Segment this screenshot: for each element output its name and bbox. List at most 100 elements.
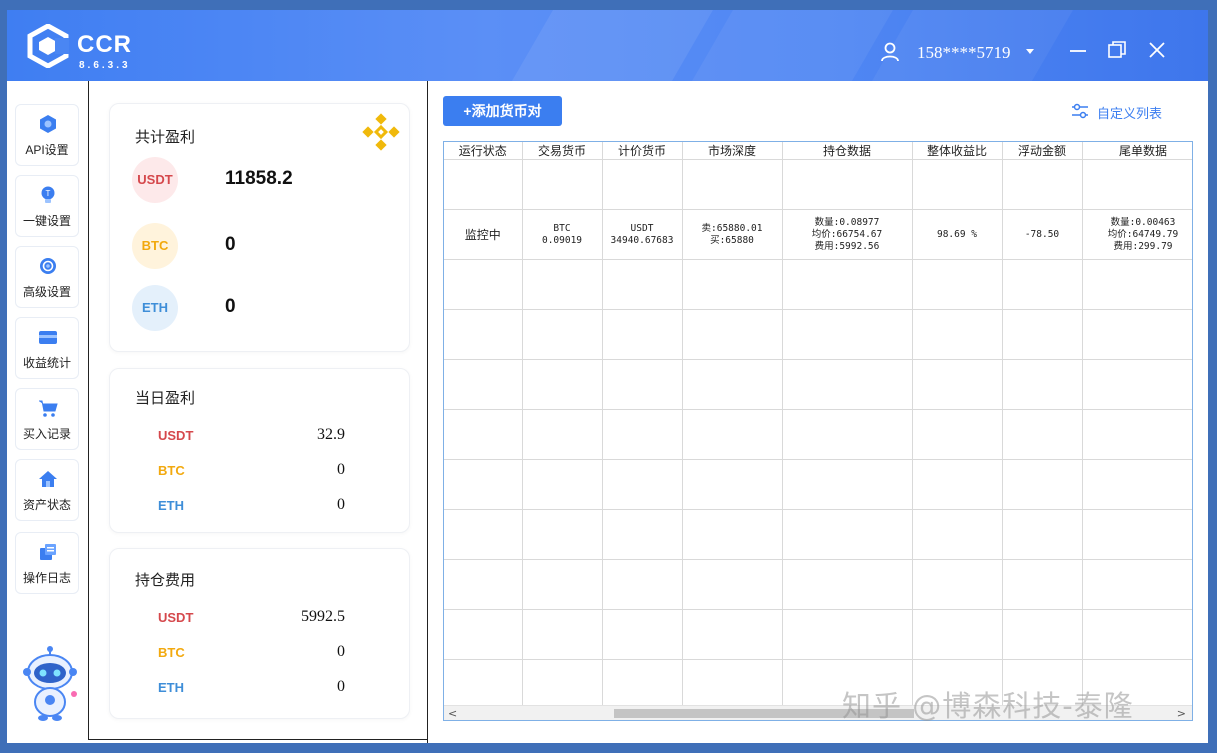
sidebar-item-advanced-settings[interactable]: 高级设置	[15, 246, 79, 308]
sidebar-item-label: 买入记录	[22, 427, 71, 441]
bulb-icon: T	[41, 186, 55, 203]
trade-currency-cell: BTC 0.09019	[522, 209, 603, 260]
table-header-row: 运行状态 交易货币 计价货币 市场深度 持仓数据 整体收益比 浮动金额 尾单数据	[444, 142, 1192, 160]
settings-gear-icon	[40, 258, 56, 274]
total-profit-card: 共计盈利 USDT 11858.2 BTC 0 ETH 0	[109, 103, 410, 352]
home-icon	[39, 471, 57, 487]
sliders-icon	[1072, 103, 1088, 119]
cell-line: 买:65880	[710, 234, 754, 246]
table-row[interactable]	[444, 409, 1192, 460]
table-row[interactable]: 监控中 BTC 0.09019 USDT 34940.67683 卖:65880…	[444, 209, 1192, 260]
scroll-left-arrow[interactable]: <	[448, 706, 457, 720]
eth-coin-badge: ETH	[132, 285, 178, 331]
daily-profit-card: 当日盈利 USDT 32.9 BTC 0 ETH 0	[109, 368, 410, 533]
column-header[interactable]: 持仓数据	[782, 142, 913, 160]
cell-line: 均价:64749.79	[1107, 228, 1179, 240]
btc-coin-badge: BTC	[132, 223, 178, 269]
sidebar-item-asset-status[interactable]: 资产状态	[15, 459, 79, 521]
floating-amount-cell: -78.50	[1002, 209, 1083, 260]
position-fee-eth-value: 0	[337, 678, 345, 695]
sidebar-item-label: 收益统计	[22, 356, 71, 370]
card-title: 当日盈利	[135, 390, 196, 407]
cell-line: 0.09019	[541, 234, 583, 246]
overall-return-cell: 98.69 %	[912, 209, 1003, 260]
position-fee-btc-value: 0	[337, 643, 345, 660]
column-header[interactable]: 交易货币	[522, 142, 603, 160]
position-fee-card: 持仓费用 USDT 5992.5 BTC 0 ETH 0	[109, 548, 410, 719]
table-row[interactable]	[444, 609, 1192, 660]
svg-text:T: T	[46, 189, 51, 198]
sidebar-item-quick-settings[interactable]: T 一键设置	[15, 175, 79, 237]
user-icon[interactable]	[880, 42, 900, 62]
sidebar-item-label: 一键设置	[22, 214, 71, 228]
cell-line: 34940.67683	[610, 234, 674, 246]
column-header[interactable]: 运行状态	[444, 142, 523, 160]
cell-line: 数量:0.00463	[1110, 216, 1176, 228]
cart-icon	[39, 400, 58, 417]
cell-line: 费用:299.79	[1113, 240, 1173, 252]
table-row[interactable]	[444, 159, 1192, 210]
user-account[interactable]: 158****5719	[917, 43, 1011, 63]
total-profit-usdt-value: 11858.2	[225, 168, 293, 189]
position-fee-usdt-value: 5992.5	[301, 608, 345, 625]
coin-label: ETH	[158, 680, 184, 695]
daily-profit-btc-value: 0	[337, 461, 345, 478]
binance-logo-icon	[362, 113, 400, 151]
daily-profit-eth-value: 0	[337, 496, 345, 513]
custom-list-label: 自定义列表	[1097, 106, 1163, 121]
sidebar-item-label: API设置	[25, 143, 69, 157]
coin-label: BTC	[158, 463, 185, 478]
cell-line: 费用:5992.56	[814, 240, 880, 252]
titlebar-decoration	[489, 10, 725, 81]
coin-label: USDT	[158, 428, 194, 443]
sidebar-item-profit-stats[interactable]: 收益统计	[15, 317, 79, 379]
card-title: 持仓费用	[135, 572, 196, 589]
daily-profit-usdt-value: 32.9	[317, 426, 345, 443]
app-window: CCR 8.6.3.3 158****5719 API设置 T 一键设置 高级设…	[7, 10, 1208, 743]
usdt-coin-badge: USDT	[132, 157, 178, 203]
robot-mascot-icon	[23, 646, 77, 721]
title-bar: CCR 8.6.3.3 158****5719	[7, 10, 1208, 81]
profit-panel: 共计盈利 USDT 11858.2 BTC 0 ETH 0 当日盈利 USDT …	[88, 81, 427, 740]
market-depth-cell: 卖:65880.01 买:65880	[682, 209, 783, 260]
column-header[interactable]: 整体收益比	[912, 142, 1003, 160]
column-header[interactable]: 尾单数据	[1082, 142, 1192, 160]
sidebar-item-buy-records[interactable]: 买入记录	[15, 388, 79, 450]
position-data-cell: 数量:0.08977 均价:66754.67 费用:5992.56	[782, 209, 913, 260]
chevron-down-icon[interactable]	[1026, 49, 1034, 54]
app-version: 8.6.3.3	[79, 60, 131, 71]
total-profit-btc-value: 0	[225, 234, 236, 255]
table-row[interactable]	[444, 309, 1192, 360]
minimize-icon[interactable]	[1067, 39, 1089, 61]
add-pair-button[interactable]: +添加货币对	[443, 96, 562, 126]
table-row[interactable]	[444, 359, 1192, 410]
total-profit-eth-value: 0	[225, 296, 236, 317]
ccr-logo-icon	[27, 24, 69, 68]
status-cell: 监控中	[444, 209, 523, 260]
cell-line: 均价:66754.67	[811, 228, 883, 240]
coin-label: USDT	[158, 610, 194, 625]
column-header[interactable]: 浮动金额	[1002, 142, 1083, 160]
table-row[interactable]	[444, 459, 1192, 510]
api-icon	[40, 115, 56, 133]
sidebar-item-api-settings[interactable]: API设置	[15, 104, 79, 166]
sidebar-item-label: 高级设置	[22, 285, 71, 299]
log-icon	[40, 544, 56, 560]
sidebar-item-operation-log[interactable]: 操作日志	[15, 532, 79, 594]
trading-pairs-table: 运行状态 交易货币 计价货币 市场深度 持仓数据 整体收益比 浮动金额 尾单数据…	[443, 141, 1193, 721]
scroll-right-arrow[interactable]: >	[1177, 706, 1186, 720]
card-title: 共计盈利	[135, 129, 196, 146]
column-header[interactable]: 计价货币	[602, 142, 683, 160]
sidebar-nav: API设置 T 一键设置 高级设置 收益统计 买入记录 资产状态 操作日志	[7, 81, 88, 743]
app-name: CCR	[77, 31, 132, 58]
cell-line: 数量:0.08977	[814, 216, 880, 228]
table-row[interactable]	[444, 259, 1192, 310]
tail-order-cell: 数量:0.00463 均价:64749.79 费用:299.79	[1082, 209, 1192, 260]
table-row[interactable]	[444, 559, 1192, 610]
close-icon[interactable]	[1146, 39, 1168, 61]
quote-currency-cell: USDT 34940.67683	[602, 209, 683, 260]
restore-icon[interactable]	[1106, 39, 1128, 61]
column-header[interactable]: 市场深度	[682, 142, 783, 160]
table-row[interactable]	[444, 509, 1192, 560]
coin-label: BTC	[158, 645, 185, 660]
